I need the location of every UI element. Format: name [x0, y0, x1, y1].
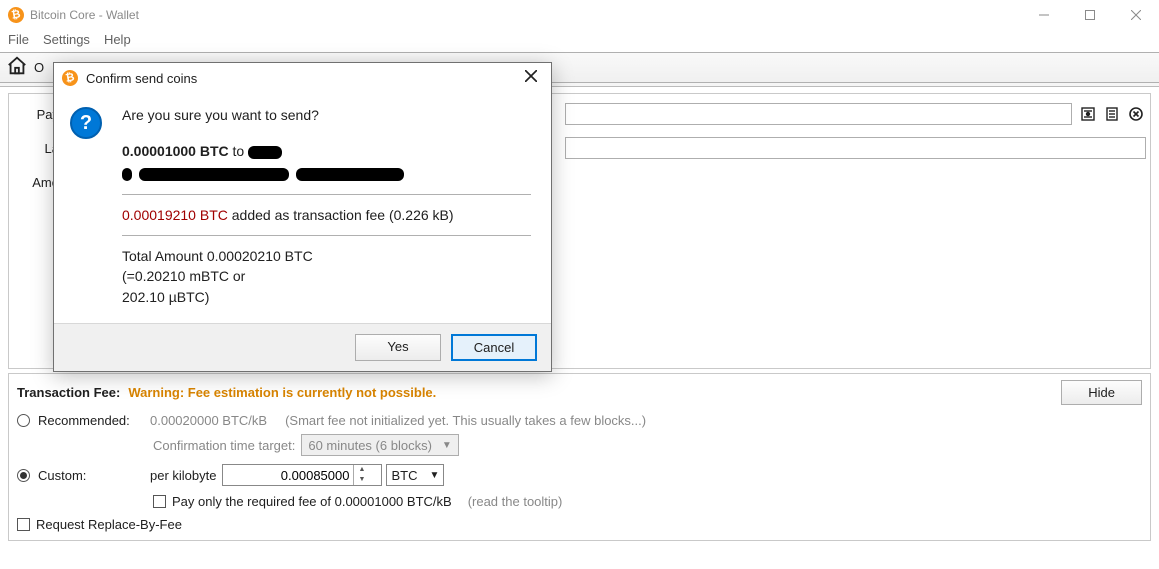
dialog-body: ? Are you sure you want to send? 0.00001… — [54, 93, 551, 323]
fee-amount: 0.00019210 BTC — [122, 207, 228, 223]
toolbar-tab-label[interactable]: O — [34, 60, 44, 75]
fee-unit-value: BTC — [391, 468, 417, 483]
spinner-arrows[interactable]: ▲▼ — [353, 465, 369, 485]
confirm-send-dialog: ₿ Confirm send coins ? Are you sure you … — [53, 62, 552, 372]
dialog-titlebar: ₿ Confirm send coins — [54, 63, 551, 93]
bitcoin-icon: ₿ — [7, 6, 26, 25]
menu-file[interactable]: File — [8, 32, 29, 47]
send-amount: 0.00001000 BTC — [122, 143, 229, 159]
window-titlebar: ₿ Bitcoin Core - Wallet — [0, 0, 1159, 30]
per-kb-label: per kilobyte — [150, 468, 216, 483]
redacted-address — [139, 168, 289, 181]
chevron-down-icon: ▼ — [442, 440, 452, 451]
redacted-address — [296, 168, 404, 181]
send-amount-line: 0.00001000 BTC to — [122, 141, 531, 161]
pay-only-required-checkbox[interactable] — [153, 495, 166, 508]
rbf-checkbox[interactable] — [17, 518, 30, 531]
yes-button[interactable]: Yes — [355, 334, 441, 361]
fee-unit-select[interactable]: BTC ▼ — [386, 464, 444, 486]
custom-fee-value[interactable] — [223, 467, 353, 484]
dialog-content: Are you sure you want to send? 0.0000100… — [122, 105, 531, 307]
window-title: Bitcoin Core - Wallet — [30, 8, 139, 22]
transaction-fee-label: Transaction Fee: — [17, 385, 120, 400]
fee-warning: Warning: Fee estimation is currently not… — [128, 385, 1061, 400]
total-conversion-2: 202.10 µBTC) — [122, 287, 531, 307]
close-button[interactable] — [1113, 0, 1159, 30]
pay-to-input[interactable] — [565, 103, 1072, 125]
confirmation-target-row: Confirmation time target: 60 minutes (6 … — [153, 434, 1142, 456]
total-line: Total Amount 0.00020210 BTC — [122, 246, 531, 266]
divider — [122, 194, 531, 195]
chevron-down-icon: ▼ — [429, 470, 439, 481]
fee-rest: added as transaction fee (0.226 kB) — [228, 207, 454, 223]
dialog-close-button[interactable] — [519, 69, 543, 87]
question-icon: ? — [70, 107, 102, 139]
dialog-title: Confirm send coins — [86, 71, 197, 86]
recommended-label: Recommended: — [38, 413, 150, 428]
total-conversion-1: (=0.20210 mBTC or — [122, 266, 531, 286]
pay-only-required-row: Pay only the required fee of 0.00001000 … — [153, 494, 1142, 509]
confirmation-target-select[interactable]: 60 minutes (6 blocks) ▼ — [301, 434, 458, 456]
hide-button[interactable]: Hide — [1061, 380, 1142, 405]
label-input[interactable] — [565, 137, 1146, 159]
redacted-address — [122, 168, 132, 181]
window-controls — [1021, 0, 1159, 30]
confirmation-target-label: Confirmation time target: — [153, 438, 295, 453]
overview-icon[interactable] — [6, 55, 28, 80]
custom-row: Custom: per kilobyte ▲▼ BTC ▼ — [17, 464, 1142, 486]
dialog-buttons: Yes Cancel — [54, 323, 551, 371]
custom-label: Custom: — [38, 468, 150, 483]
rbf-row: Request Replace-By-Fee — [17, 517, 1142, 532]
redacted-recipient — [248, 146, 282, 159]
menu-help[interactable]: Help — [104, 32, 131, 47]
transaction-fee-panel: Transaction Fee: Warning: Fee estimation… — [8, 373, 1151, 541]
paste-icon[interactable] — [1102, 104, 1122, 124]
clear-icon[interactable] — [1126, 104, 1146, 124]
pay-only-required-label: Pay only the required fee of 0.00001000 … — [172, 494, 452, 509]
confirmation-target-value: 60 minutes (6 blocks) — [308, 438, 432, 453]
custom-fee-input[interactable]: ▲▼ — [222, 464, 382, 486]
maximize-button[interactable] — [1067, 0, 1113, 30]
dialog-question: Are you sure you want to send? — [122, 105, 531, 125]
redacted-address-line — [122, 164, 531, 184]
minimize-button[interactable] — [1021, 0, 1067, 30]
read-tooltip-label: (read the tooltip) — [468, 494, 563, 509]
bitcoin-icon: ₿ — [61, 69, 80, 88]
recommended-note: (Smart fee not initialized yet. This usu… — [285, 413, 646, 428]
fee-line: 0.00019210 BTC added as transaction fee … — [122, 205, 531, 225]
menubar: File Settings Help — [0, 30, 1159, 52]
menu-settings[interactable]: Settings — [43, 32, 90, 47]
rbf-label: Request Replace-By-Fee — [36, 517, 182, 532]
recommended-value: 0.00020000 BTC/kB — [150, 413, 267, 428]
custom-radio[interactable] — [17, 469, 30, 482]
pay-to-actions — [1078, 104, 1146, 124]
to-word: to — [229, 143, 245, 159]
divider — [122, 235, 531, 236]
address-book-icon[interactable] — [1078, 104, 1098, 124]
recommended-radio[interactable] — [17, 414, 30, 427]
recommended-row: Recommended: 0.00020000 BTC/kB (Smart fe… — [17, 413, 1142, 428]
fee-header: Transaction Fee: Warning: Fee estimation… — [17, 380, 1142, 405]
cancel-button[interactable]: Cancel — [451, 334, 537, 361]
